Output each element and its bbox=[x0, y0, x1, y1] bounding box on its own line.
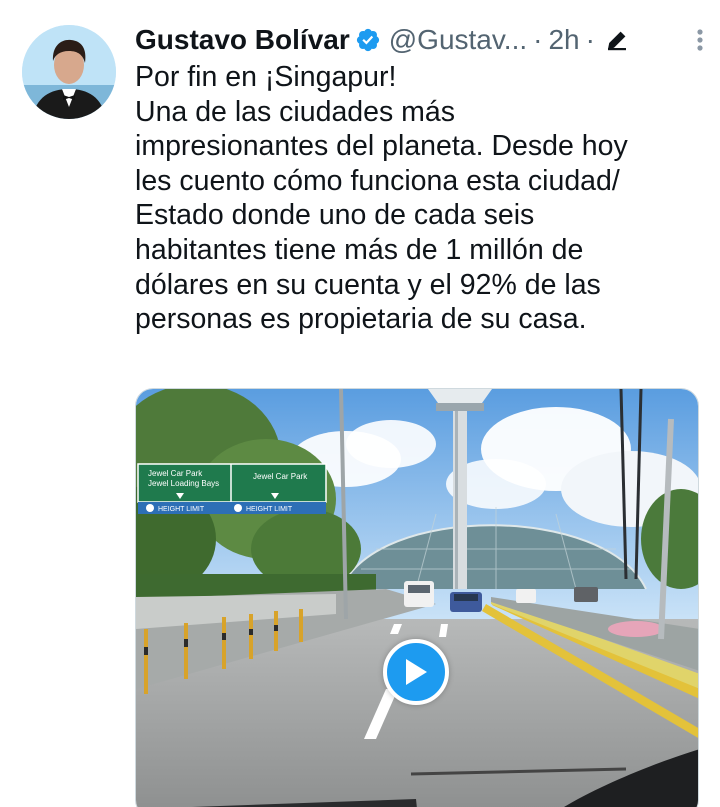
video-thumbnail: Jewel Car Park Jewel Loading Bays Jewel … bbox=[136, 389, 698, 807]
tweet-text-line: dólares en su cuenta y el 92% de las bbox=[135, 268, 601, 301]
sign-left-line1: Jewel Car Park bbox=[148, 469, 203, 478]
edit-pencil-icon bbox=[607, 31, 626, 51]
sign-left-line2: Jewel Loading Bays bbox=[148, 479, 219, 488]
tweet-text-line: Por fin en ¡Singapur! bbox=[135, 61, 397, 93]
video-media[interactable]: Jewel Car Park Jewel Loading Bays Jewel … bbox=[135, 388, 699, 807]
separator: · bbox=[533, 24, 543, 55]
tweet-time[interactable]: 2h bbox=[548, 24, 579, 56]
author-handle[interactable]: @Gustav... bbox=[389, 24, 527, 56]
tweet-header: Gustavo Bolívar @Gustav... · 2h · bbox=[135, 20, 690, 60]
avatar-image bbox=[22, 25, 116, 119]
play-button[interactable] bbox=[383, 639, 449, 705]
tweet-text-line: Estado donde uno de cada seis bbox=[135, 199, 535, 232]
author-name[interactable]: Gustavo Bolívar bbox=[135, 24, 350, 56]
tweet-text: Por fin en ¡Singapur! Una de las ciudade… bbox=[135, 60, 695, 337]
tweet-text-line: habitantes tiene más de 1 millón de bbox=[135, 233, 584, 266]
play-icon bbox=[406, 659, 427, 685]
sign-right-line1: Jewel Car Park bbox=[253, 472, 308, 481]
tweet[interactable]: Gustavo Bolívar @Gustav... · 2h · Por fi… bbox=[0, 0, 720, 807]
sign-height-limit-1: HEIGHT LIMIT bbox=[158, 506, 205, 513]
separator: · bbox=[585, 24, 595, 55]
tweet-text-line: impresionantes del planeta. Desde hoy bbox=[135, 130, 628, 163]
sign-height-limit-2: HEIGHT LIMIT bbox=[246, 506, 293, 513]
avatar[interactable] bbox=[22, 25, 116, 119]
tweet-text-line: Una de las ciudades más bbox=[135, 95, 456, 128]
more-options-icon[interactable] bbox=[686, 24, 714, 56]
tweet-text-line: les cuento cómo funciona esta ciudad/ bbox=[135, 164, 620, 197]
verified-badge-icon bbox=[356, 28, 379, 52]
tweet-text-line: personas es propietaria de su casa. bbox=[135, 303, 587, 336]
